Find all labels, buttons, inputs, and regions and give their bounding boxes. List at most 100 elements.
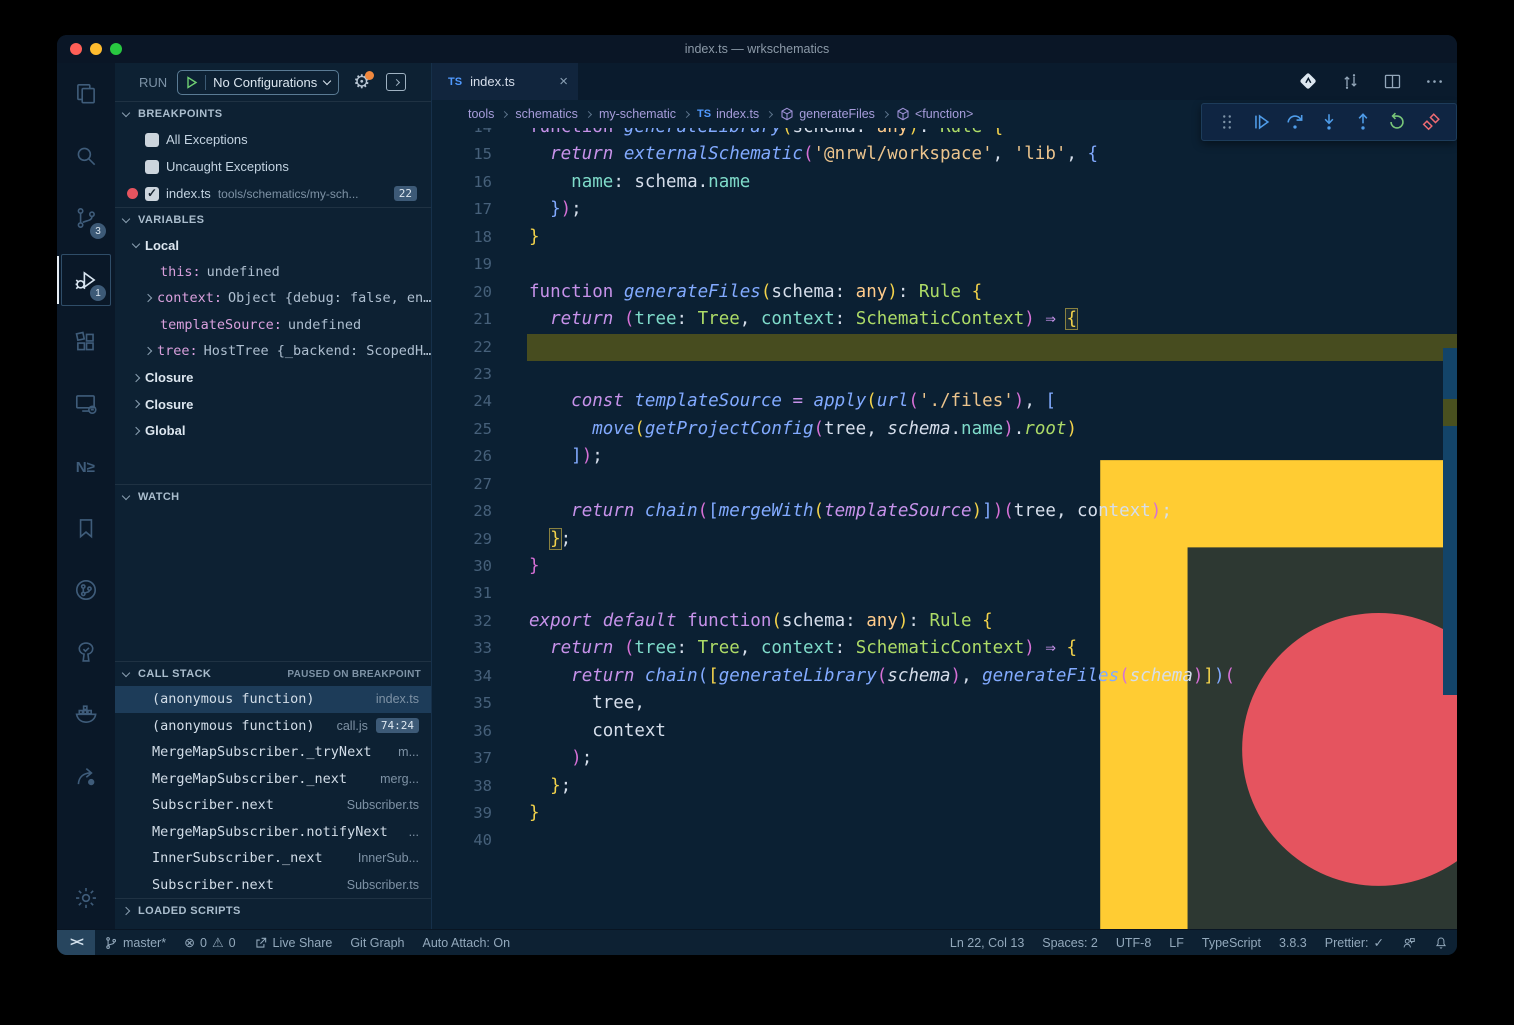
line-number[interactable]: 40 — [432, 827, 492, 854]
line-number[interactable]: 22 — [432, 334, 492, 361]
open-changes-icon[interactable] — [1340, 71, 1361, 92]
typescript-version[interactable]: 3.8.3 — [1270, 930, 1316, 955]
code-line-39[interactable]: 39} — [432, 800, 1457, 827]
variable-row-this[interactable]: this:undefined — [115, 259, 431, 286]
code-line-37[interactable]: 37 ); — [432, 745, 1457, 772]
checkbox-checked[interactable] — [145, 187, 159, 201]
activity-bar-item-extensions[interactable] — [57, 311, 115, 373]
line-number[interactable]: 25 — [432, 416, 492, 443]
line-number[interactable]: 14 — [432, 128, 492, 141]
format-prettier-icon[interactable] — [1298, 71, 1319, 92]
activity-bar-item-run-and-debug[interactable]: 1 — [57, 249, 115, 311]
variable-row-templatesource[interactable]: templateSource:undefined — [115, 312, 431, 339]
breadcrumb-item[interactable]: TSindex.ts — [697, 107, 759, 121]
cursor-position[interactable]: Ln 22, Col 13 — [941, 930, 1033, 955]
step-out-button[interactable] — [1350, 109, 1376, 135]
variable-row-closure[interactable]: Closure — [115, 391, 431, 418]
continue-button[interactable] — [1248, 109, 1274, 135]
line-number[interactable]: 24 — [432, 388, 492, 415]
notifications-bell[interactable] — [1425, 930, 1457, 955]
line-number[interactable]: 19 — [432, 251, 492, 278]
activity-bar-item-docker[interactable] — [57, 683, 115, 745]
code-line-18[interactable]: 18} — [432, 224, 1457, 251]
code-line-25[interactable]: 25 move(getProjectConfig(tree, schema.na… — [432, 416, 1457, 443]
call-stack-frame[interactable]: (anonymous function)index.ts — [115, 686, 431, 713]
line-number[interactable]: 34 — [432, 663, 492, 690]
line-number[interactable]: 38 — [432, 773, 492, 800]
prettier-status[interactable]: Prettier: ✓ — [1316, 930, 1393, 955]
live-share-button[interactable]: Live Share — [245, 930, 342, 955]
line-number[interactable]: 33 — [432, 635, 492, 662]
git-graph-button[interactable]: Git Graph — [341, 930, 413, 955]
call-stack-frame[interactable]: InnerSubscriber._nextInnerSub... — [115, 845, 431, 872]
code-line-38[interactable]: 38 }; — [432, 773, 1457, 800]
git-branch-status[interactable]: master* — [95, 930, 175, 955]
checkbox-unchecked[interactable] — [145, 160, 159, 174]
call-stack-section-header[interactable]: CALL STACK PAUSED ON BREAKPOINT — [115, 661, 431, 686]
breadcrumb-item[interactable]: <function> — [896, 107, 973, 121]
code-line-40[interactable]: 40 — [432, 827, 1457, 854]
chevron-right-icon[interactable] — [144, 294, 152, 302]
step-into-button[interactable] — [1316, 109, 1342, 135]
line-number[interactable]: 32 — [432, 608, 492, 635]
debug-console-icon[interactable] — [386, 73, 406, 91]
loaded-scripts-section-header[interactable]: LOADED SCRIPTS — [115, 898, 431, 923]
activity-bar-item-gitlens[interactable] — [57, 559, 115, 621]
activity-bar-item-bookmarks[interactable] — [57, 497, 115, 559]
call-stack-frame[interactable]: Subscriber.nextSubscriber.ts — [115, 792, 431, 819]
launch-configuration-dropdown[interactable]: No Configurations — [177, 70, 339, 95]
eol-status[interactable]: LF — [1160, 930, 1193, 955]
activity-bar-item-nx-console[interactable]: N≥ — [57, 435, 115, 497]
code-line-16[interactable]: 16 name: schema.name — [432, 169, 1457, 196]
line-number[interactable]: 21 — [432, 306, 492, 333]
line-number[interactable]: 26 — [432, 443, 492, 470]
line-number[interactable]: 30 — [432, 553, 492, 580]
code-line-33[interactable]: 33 return (tree: Tree, context: Schemati… — [432, 635, 1457, 662]
line-number[interactable]: 27 — [432, 471, 492, 498]
code-line-29[interactable]: 29 }; — [432, 526, 1457, 553]
activity-bar-item-remote-explorer[interactable] — [57, 373, 115, 435]
chevron-right-icon[interactable] — [144, 347, 152, 355]
code-line-22[interactable]: 22 context.logger.info('adding NOTES.md … — [432, 334, 1457, 361]
watch-section-header[interactable]: WATCH — [115, 484, 431, 509]
code-line-31[interactable]: 31 — [432, 580, 1457, 607]
breakpoints-section-header[interactable]: BREAKPOINTS — [115, 101, 431, 126]
code-line-28[interactable]: 28 return chain([mergeWith(templateSourc… — [432, 498, 1457, 525]
breadcrumb-item[interactable]: generateFiles — [780, 107, 875, 121]
activity-bar-item-explorer[interactable] — [57, 63, 115, 125]
breakpoint-all-exceptions[interactable]: All Exceptions — [115, 126, 431, 153]
variable-row-global[interactable]: Global — [115, 418, 431, 445]
code-line-15[interactable]: 15 return externalSchematic('@nrwl/works… — [432, 141, 1457, 168]
line-number[interactable]: 23 — [432, 361, 492, 388]
line-number[interactable]: 28 — [432, 498, 492, 525]
variable-row-tree[interactable]: tree:HostTree {_backend: ScopedH… — [115, 338, 431, 365]
line-number[interactable]: 16 — [432, 169, 492, 196]
minimize-window-button[interactable] — [90, 43, 102, 55]
checkbox-unchecked[interactable] — [145, 133, 159, 147]
start-debug-icon[interactable] — [186, 76, 198, 89]
code-line-17[interactable]: 17 }); — [432, 196, 1457, 223]
feedback-button[interactable] — [1393, 930, 1425, 955]
chevron-right-icon[interactable] — [132, 400, 140, 408]
restart-button[interactable] — [1384, 109, 1410, 135]
more-actions-icon[interactable] — [1424, 71, 1445, 92]
activity-bar-item-settings[interactable] — [57, 867, 115, 929]
code-line-32[interactable]: 32export default function(schema: any): … — [432, 608, 1457, 635]
problems-status[interactable]: ⊗ 0 ⚠ 0 — [175, 930, 244, 955]
call-stack-frame[interactable]: MergeMapSubscriber.notifyNext... — [115, 819, 431, 846]
breakpoint-index-ts[interactable]: index.ts tools/schematics/my-sch... 22 — [115, 180, 431, 207]
language-mode[interactable]: TypeScript — [1193, 930, 1270, 955]
toolbar-drag-handle[interactable] — [1214, 109, 1240, 135]
variable-row-local[interactable]: Local — [115, 232, 431, 259]
breadcrumb-item[interactable]: tools — [468, 107, 494, 121]
call-stack-frame[interactable]: MergeMapSubscriber._tryNextm... — [115, 739, 431, 766]
code-line-30[interactable]: 30} — [432, 553, 1457, 580]
disconnect-button[interactable] — [1418, 109, 1444, 135]
call-stack-frame[interactable]: Subscriber.nextSubscriber.ts — [115, 872, 431, 899]
chevron-down-icon[interactable] — [132, 240, 140, 248]
call-stack-frame[interactable]: (anonymous function)call.js74:24 — [115, 713, 431, 740]
call-stack-frame[interactable]: MergeMapSubscriber._nextmerg... — [115, 766, 431, 793]
close-tab-icon[interactable]: × — [559, 73, 568, 90]
line-number[interactable]: 20 — [432, 279, 492, 306]
tab-index-ts[interactable]: TS index.ts × — [432, 63, 578, 100]
